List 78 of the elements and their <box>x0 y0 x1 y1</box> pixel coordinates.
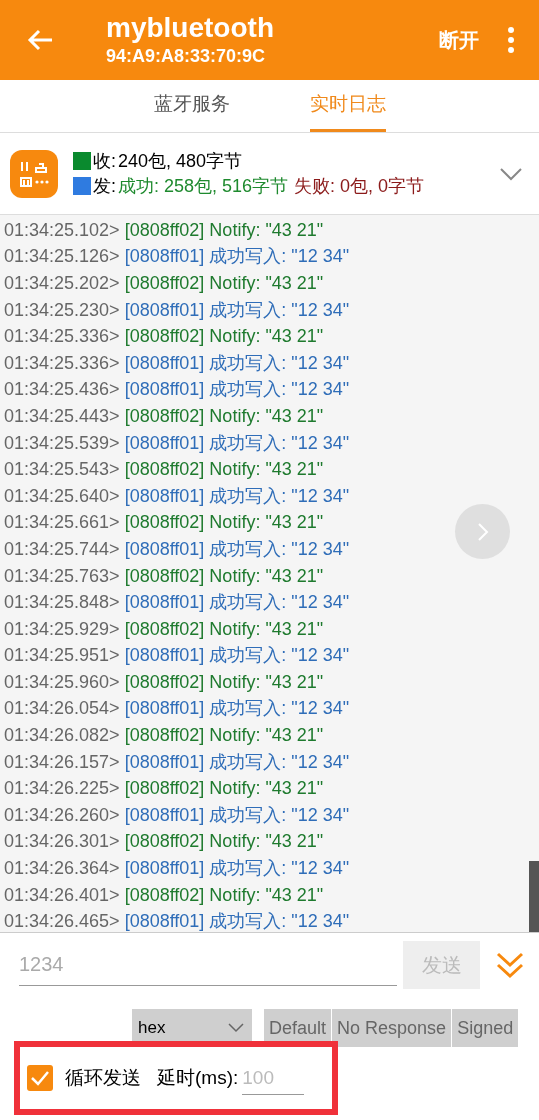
log-message: [0808ff01] 成功写入: "12 34" <box>124 431 350 455</box>
sent-failure-count: 失败: 0包, 0字节 <box>294 174 425 198</box>
disconnect-button[interactable]: 断开 <box>439 25 479 55</box>
log-timestamp: 01:34:26.364> <box>3 857 120 881</box>
log-message: [0808ff02] Notify: "43 21" <box>124 564 324 588</box>
log-message: [0808ff01] 成功写入: "12 34" <box>124 378 350 402</box>
dropdown-caret-icon <box>228 1023 244 1033</box>
log-timestamp: 01:34:25.960> <box>3 670 120 694</box>
log-message: [0808ff01] 成功写入: "12 34" <box>124 537 350 561</box>
log-message: [0808ff01] 成功写入: "12 34" <box>124 697 350 721</box>
loop-send-checkbox[interactable] <box>27 1065 53 1091</box>
log-message: [0808ff02] Notify: "43 21" <box>124 670 324 694</box>
log-message: [0808ff01] 成功写入: "12 34" <box>124 803 350 827</box>
log-message: [0808ff02] Notify: "43 21" <box>124 883 324 907</box>
log-timestamp: 01:34:26.054> <box>3 697 120 721</box>
log-message: [0808ff02] Notify: "43 21" <box>124 724 324 748</box>
tab[interactable]: 蓝牙服务 <box>153 80 230 132</box>
tab[interactable]: 实时日志 <box>309 80 386 132</box>
log-message: [0808ff02] Notify: "43 21" <box>124 777 324 801</box>
log-message: [0808ff01] 成功写入: "12 34" <box>124 484 350 508</box>
log-timestamp: 01:34:25.661> <box>3 511 120 535</box>
log-timestamp: 01:34:25.336> <box>3 325 120 349</box>
delay-input-field[interactable]: 100 <box>242 1061 305 1095</box>
scrollbar-thumb[interactable] <box>529 861 539 932</box>
message-input-field[interactable]: 1234 <box>19 944 397 986</box>
expand-chevron-icon[interactable] <box>499 165 523 182</box>
log-message: [0808ff02] Notify: "43 21" <box>124 272 324 295</box>
log-timestamp: 01:34:25.951> <box>3 644 120 668</box>
log-timestamp: 01:34:25.543> <box>3 458 120 482</box>
write-type-option[interactable]: Signed <box>452 1009 519 1047</box>
log-timestamp: 01:34:26.157> <box>3 750 120 774</box>
log-message: [0808ff01] 成功写入: "12 34" <box>124 750 350 774</box>
log-tools-button[interactable] <box>10 149 58 198</box>
log-timestamp: 01:34:26.225> <box>3 777 120 801</box>
device-name: mybluetooth <box>106 12 275 44</box>
log-timestamp: 01:34:25.744> <box>3 537 120 561</box>
log-message: [0808ff02] Notify: "43 21" <box>124 458 324 482</box>
log-timestamp: 01:34:25.102> <box>3 218 120 242</box>
log-timestamp: 01:34:26.301> <box>3 830 120 854</box>
log-message: [0808ff02] Notify: "43 21" <box>124 830 324 854</box>
log-timestamp: 01:34:25.202> <box>3 272 120 295</box>
log-timestamp: 01:34:25.436> <box>3 378 120 402</box>
log-timestamp: 01:34:25.763> <box>3 564 120 588</box>
sent-success-count: 成功: 258包, 516字节 <box>118 174 289 198</box>
loop-send-label: 循环发送 <box>65 1065 141 1090</box>
log-message: [0808ff01] 成功写入: "12 34" <box>124 298 350 322</box>
device-address: 94:A9:A8:33:70:9C <box>106 45 267 68</box>
log-timestamp: 01:34:26.260> <box>3 803 120 827</box>
log-timestamp: 01:34:25.126> <box>3 245 120 269</box>
log-timestamp: 01:34:25.539> <box>3 431 120 455</box>
delay-label: 延时(ms): <box>157 1065 239 1090</box>
log-message: [0808ff01] 成功写入: "12 34" <box>124 857 350 881</box>
log-timestamp: 01:34:25.640> <box>3 484 120 508</box>
log-timestamp: 01:34:26.401> <box>3 883 120 907</box>
log-timestamp: 01:34:25.443> <box>3 404 120 428</box>
double-chevron-down-icon[interactable] <box>496 951 524 979</box>
log-message: [0808ff02] Notify: "43 21" <box>124 404 324 428</box>
log-message: [0808ff01] 成功写入: "12 34" <box>124 910 350 932</box>
chevron-right-icon <box>475 520 490 543</box>
log-timestamp: 01:34:25.929> <box>3 617 120 641</box>
log-timestamp: 01:34:25.336> <box>3 351 120 375</box>
received-label: 收: <box>93 149 116 173</box>
log-message: [0808ff01] 成功写入: "12 34" <box>124 591 350 615</box>
log-message: [0808ff02] Notify: "43 21" <box>124 218 324 242</box>
log-message: [0808ff02] Notify: "43 21" <box>124 325 324 349</box>
log-message: [0808ff01] 成功写入: "12 34" <box>124 351 350 375</box>
sent-label: 发: <box>93 174 116 198</box>
more-menu-icon[interactable] <box>507 27 515 53</box>
log-message: [0808ff01] 成功写入: "12 34" <box>124 644 350 668</box>
received-count: 240包, 480字节 <box>118 149 243 173</box>
log-timestamp: 01:34:25.230> <box>3 298 120 322</box>
log-message: [0808ff02] Notify: "43 21" <box>124 617 324 641</box>
write-type-option[interactable]: No Response <box>332 1009 452 1047</box>
log-message: [0808ff01] 成功写入: "12 34" <box>124 245 350 269</box>
log-timestamp: 01:34:26.082> <box>3 724 120 748</box>
log-message: [0808ff02] Notify: "43 21" <box>124 511 324 535</box>
log-timestamp: 01:34:25.848> <box>3 591 120 615</box>
log-timestamp: 01:34:26.465> <box>3 910 120 932</box>
